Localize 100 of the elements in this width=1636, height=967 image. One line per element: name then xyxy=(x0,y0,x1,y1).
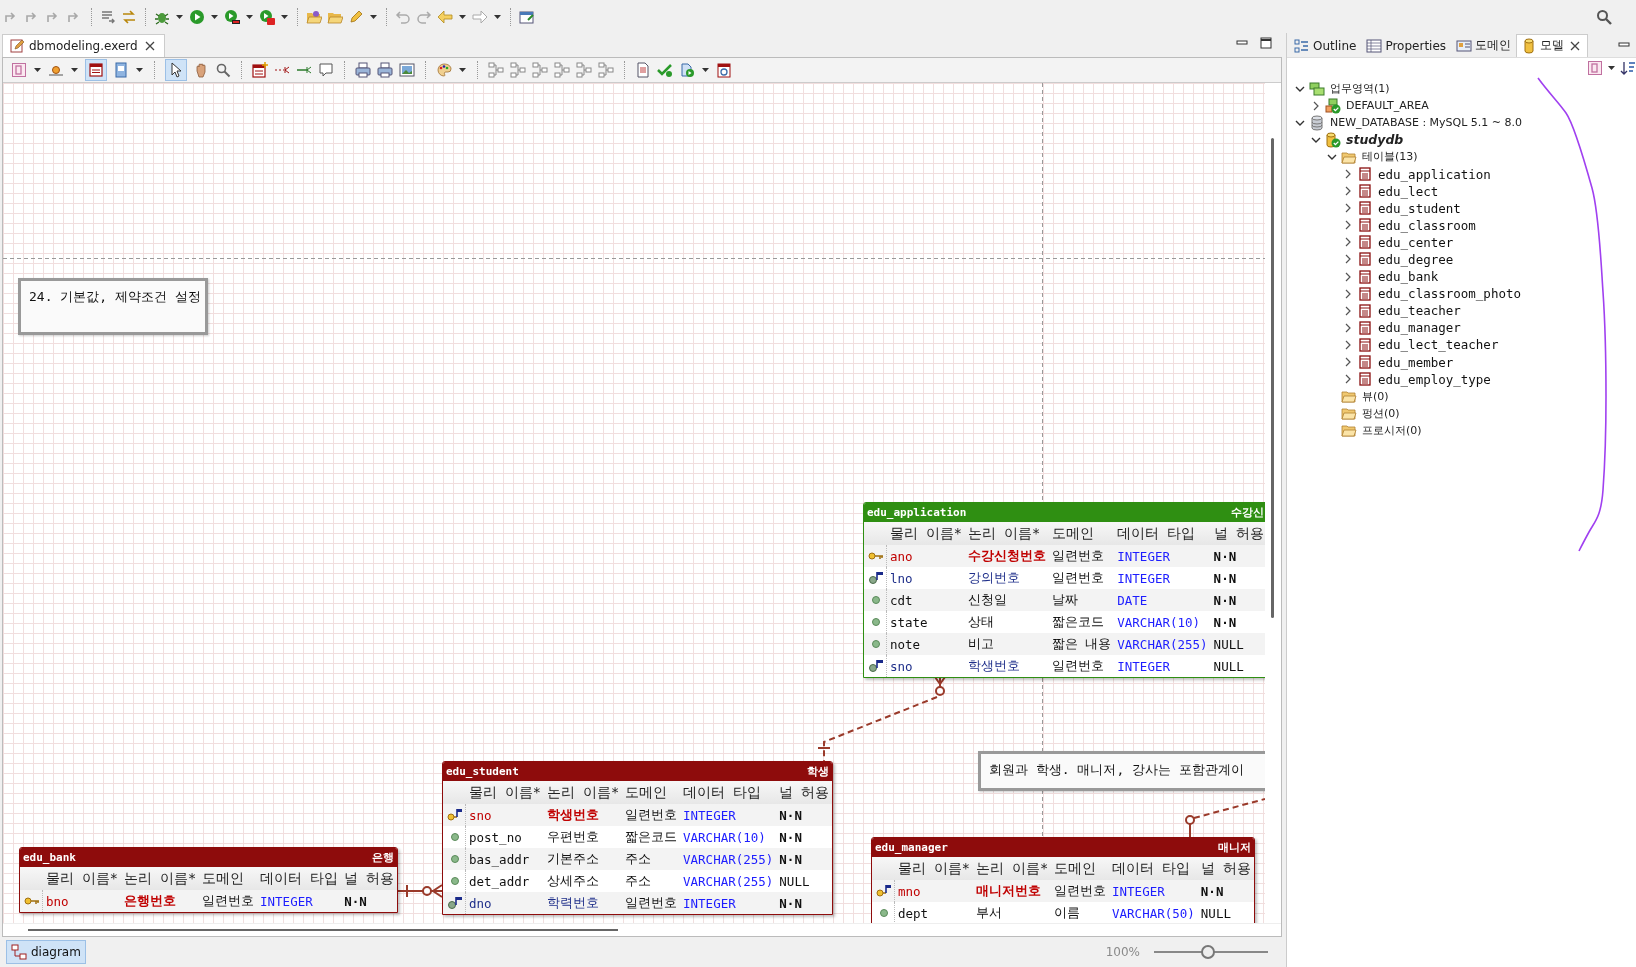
editor-tab[interactable]: dbmodeling.exerd xyxy=(2,34,165,57)
table-cell: VARCHAR(255) xyxy=(680,870,777,892)
table-cell: 일련번호 xyxy=(1048,655,1115,677)
table-cell: 일련번호 xyxy=(199,890,258,912)
run-icon[interactable] xyxy=(224,8,240,25)
table-cell: INTEGER xyxy=(1114,567,1211,589)
swap-arrows-icon[interactable] xyxy=(121,8,137,25)
table-cell: post_no xyxy=(465,826,544,848)
palette-icon[interactable] xyxy=(436,62,452,78)
table-row[interactable]: mno 매니저번호 일련번호 INTEGER N·N xyxy=(872,880,1254,902)
table-icon xyxy=(1357,268,1373,285)
table-cell: bno xyxy=(42,890,121,912)
table-row[interactable]: cdt 신청일 날짜 DATE N·N xyxy=(864,589,1265,611)
zoom-icon[interactable] xyxy=(215,62,231,78)
help-icon[interactable] xyxy=(716,62,732,78)
tree-item[interactable]: edu_student xyxy=(1378,200,1461,216)
table-cell: 신청일 xyxy=(964,589,1049,611)
printer-icon[interactable] xyxy=(377,62,393,78)
refresh-icon[interactable] xyxy=(679,62,695,78)
tree-item[interactable]: edu_manager xyxy=(1378,320,1461,336)
tree-item[interactable]: edu_member xyxy=(1378,354,1454,370)
entity-table[interactable]: edu_student 학생 물리 이름* 논리 이름* 도메인 데이터 타입 널 허용 sno 학생번호 일련번호 INTEGER N·N post_no 우편번호 짧은코드 VARCHAR(10) N·N bas_addr 기본주소 주소 VARCHAR(255) N·N det_addr 상세주소 주소 VARCHAR(255) NULL dno 학력번호 일련번호 INTEGER N·N xyxy=(442,761,834,915)
tree-item[interactable]: 펑션(0) xyxy=(1362,405,1400,421)
entity-table[interactable]: edu_bank 은행 물리 이름* 논리 이름* 도메인 데이터 타입 널 허용 bno 은행번호 일련번호 INTEGER N·N xyxy=(19,847,399,913)
tree-item[interactable]: 뷰(0) xyxy=(1362,388,1389,404)
table-cell: 학력번호 xyxy=(543,892,623,914)
tree-item[interactable]: 프로시저(0) xyxy=(1362,422,1422,438)
table-row[interactable]: bas_addr 기본주소 주소 VARCHAR(255) N·N xyxy=(443,848,833,870)
scrollbar[interactable] xyxy=(28,929,618,931)
diagram-tab[interactable]: diagram xyxy=(6,940,86,964)
tree-item[interactable]: 업무영역(1) xyxy=(1330,81,1390,97)
table-cell: 날짜 xyxy=(1048,589,1115,611)
list-icon[interactable] xyxy=(100,8,116,25)
comment-icon[interactable] xyxy=(318,62,334,78)
checkmark-icon[interactable] xyxy=(657,62,673,78)
table-cell: 일련번호 xyxy=(622,804,681,826)
panel-tab[interactable]: Properties xyxy=(1361,33,1452,57)
column-header: 널 허용 xyxy=(341,867,398,890)
table-cell: 매니저번호 xyxy=(972,880,1052,902)
column-header: 도메인 xyxy=(199,867,258,890)
panel-tab[interactable]: 모델 xyxy=(1516,33,1589,57)
tree-item[interactable]: edu_lect_teacher xyxy=(1378,337,1499,353)
zoom-slider[interactable] xyxy=(1200,945,1215,959)
table-row[interactable]: ano 수강신청번호 일련번호 INTEGER N·N xyxy=(864,545,1265,567)
table-cell: 일련번호 xyxy=(622,892,681,914)
tree-item[interactable]: edu_bank xyxy=(1378,269,1439,285)
folder-icon[interactable] xyxy=(306,8,322,25)
tree-item[interactable]: 테이블(13) xyxy=(1362,149,1418,165)
table-label: 매니저 xyxy=(1217,840,1251,855)
document-icon[interactable] xyxy=(635,62,651,78)
tree-item[interactable]: NEW_DATABASE : MySQL 5.1 ~ 8.0 xyxy=(1330,116,1523,130)
entity-table[interactable]: edu_manager 매니저 물리 이름* 논리 이름* 도메인 데이터 타입 널 허용 mno 매니저번호 일련번호 INTEGER N·N dept 부서 이름 VARCHAR(50) NULL xyxy=(871,837,1255,923)
table-icon xyxy=(1357,200,1373,217)
table-row[interactable]: bno 은행번호 일련번호 INTEGER N·N xyxy=(20,890,398,912)
pointer-icon[interactable] xyxy=(168,62,184,78)
table-cell: 주소 xyxy=(622,848,681,870)
table-name: edu_bank xyxy=(23,851,76,864)
table-label: 학생 xyxy=(807,764,830,779)
table-cell: 주소 xyxy=(622,870,681,892)
tree-item[interactable]: edu_teacher xyxy=(1378,303,1461,319)
search-icon[interactable] xyxy=(1596,8,1612,25)
tree-item[interactable]: edu_center xyxy=(1378,234,1454,250)
primary-foreign-key-icon xyxy=(876,883,892,899)
table-cell: mno xyxy=(894,880,973,902)
tree-item[interactable]: studydb xyxy=(1346,132,1404,148)
sort-icon[interactable] xyxy=(1620,60,1636,76)
maximize-icon[interactable] xyxy=(1258,35,1274,51)
tree-item[interactable]: edu_degree xyxy=(1378,252,1454,267)
table-add-icon[interactable] xyxy=(252,62,268,78)
table-cell: 일련번호 xyxy=(1051,880,1110,902)
tree-item[interactable]: edu_classroom xyxy=(1378,217,1476,233)
table-cell: NULL xyxy=(776,870,833,892)
book-icon[interactable] xyxy=(113,62,129,78)
scrollbar[interactable] xyxy=(1271,138,1274,618)
tree-item[interactable]: edu_classroom_photo xyxy=(1378,286,1521,302)
entity-table[interactable] xyxy=(863,502,1265,678)
table-row[interactable]: sno 학생번호 일련번호 INTEGER N·N xyxy=(443,804,833,826)
column-header: 물리 이름* xyxy=(886,522,965,545)
tree-item[interactable]: edu_lect xyxy=(1378,183,1439,199)
play-icon[interactable] xyxy=(189,8,205,25)
table-row[interactable]: dno 학력번호 일련번호 INTEGER N·N xyxy=(443,892,833,914)
tree-item[interactable]: edu_employ_type xyxy=(1378,371,1491,387)
table-cell: 수강신청번호 xyxy=(964,545,1049,567)
database-icon xyxy=(1309,114,1325,131)
square-icon[interactable] xyxy=(11,62,27,78)
table-row[interactable]: sno 학생번호 일련번호 INTEGER NULL xyxy=(864,655,1265,677)
table-row[interactable]: note 비고 짧은 내용 VARCHAR(255) NULL xyxy=(864,633,1265,655)
panel-tab[interactable]: Outline xyxy=(1289,33,1362,57)
window-icon[interactable] xyxy=(519,8,535,25)
image-icon[interactable] xyxy=(399,62,415,78)
hand-icon[interactable] xyxy=(193,62,209,78)
tree-item[interactable]: edu_application xyxy=(1378,166,1491,182)
tree-item[interactable]: DEFAULT_AREA xyxy=(1346,99,1429,113)
table-cell: state xyxy=(886,611,965,633)
column-header: 논리 이름* xyxy=(972,857,1052,880)
panel-tab[interactable]: 도메인 xyxy=(1451,33,1517,57)
pencil-icon[interactable] xyxy=(348,8,364,25)
printer-icon[interactable] xyxy=(355,62,371,78)
layers-icon xyxy=(1309,80,1325,97)
table-icon[interactable] xyxy=(88,62,104,78)
